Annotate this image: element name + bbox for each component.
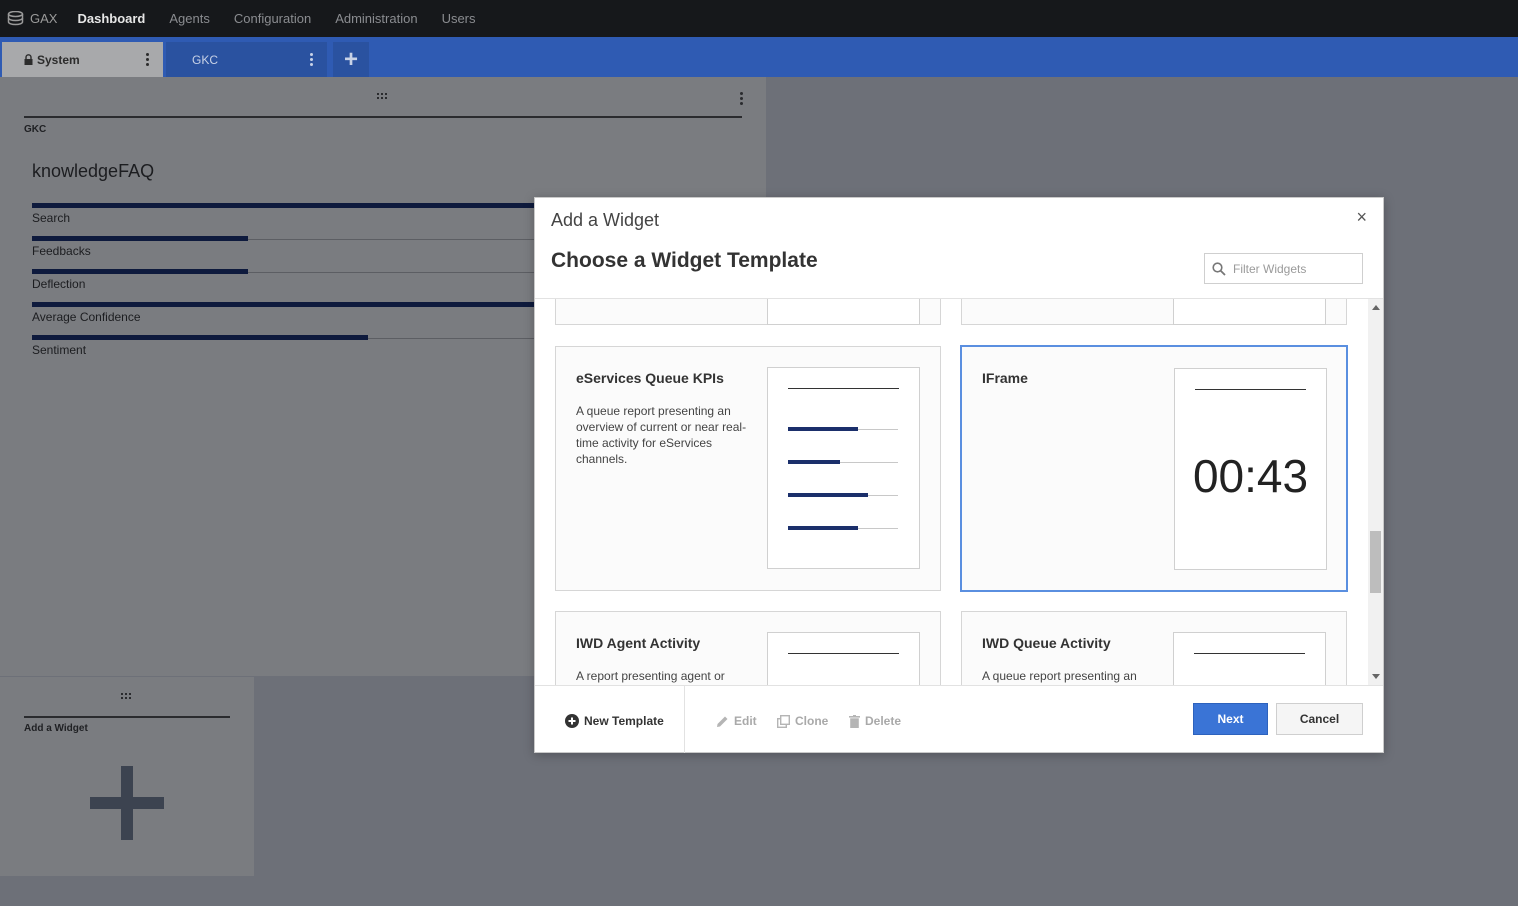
divider <box>24 716 230 718</box>
tab-gkc[interactable]: GKC <box>166 42 327 77</box>
template-card-eservices-queue-kpis[interactable]: eServices Queue KPIs A queue report pres… <box>555 346 941 591</box>
clone-label: Clone <box>795 714 829 728</box>
search-icon <box>1212 261 1226 276</box>
divider <box>24 116 742 118</box>
edit-label: Edit <box>734 714 757 728</box>
edit-button[interactable]: Edit <box>716 714 757 728</box>
preview-bar <box>788 493 868 497</box>
preview-bar <box>788 460 840 464</box>
template-title: eServices Queue KPIs <box>576 370 724 386</box>
nav-configuration[interactable]: Configuration <box>234 11 311 26</box>
template-card-iwd-agent-activity[interactable]: IWD Agent Activity A report presenting a… <box>555 611 941 685</box>
template-card[interactable] <box>961 299 1347 325</box>
template-preview <box>767 367 920 569</box>
drag-handle-icon[interactable] <box>377 93 389 100</box>
template-card-iframe[interactable]: IFrame 00:43 <box>960 345 1348 592</box>
lock-icon <box>24 54 33 65</box>
clone-icon <box>777 714 790 728</box>
kpi-label-average-confidence: Average Confidence <box>32 310 141 324</box>
filter-widgets-field[interactable] <box>1204 253 1363 284</box>
template-preview <box>1173 632 1326 685</box>
template-description: A queue report presenting an overview of… <box>576 404 747 466</box>
trash-icon <box>849 714 860 728</box>
template-card-iwd-queue-activity[interactable]: IWD Queue Activity A queue report presen… <box>961 611 1347 685</box>
delete-label: Delete <box>865 714 902 728</box>
new-template-label: New Template <box>584 714 664 728</box>
preview-rule <box>788 653 899 654</box>
next-button[interactable]: Next <box>1193 703 1268 735</box>
nav-users[interactable]: Users <box>442 11 476 26</box>
kpi-bar-average-confidence <box>32 302 534 307</box>
preview-bar <box>788 427 858 431</box>
add-tab-button[interactable]: + <box>333 42 369 77</box>
template-preview: 00:43 <box>1174 368 1327 570</box>
clone-button[interactable]: Clone <box>777 714 828 728</box>
dashboard-tab-bar: System GKC + <box>0 37 1518 77</box>
filter-widgets-input[interactable] <box>1233 261 1353 276</box>
widget-menu-icon[interactable] <box>740 92 743 107</box>
template-preview <box>767 632 920 685</box>
brand-label: GAX <box>30 11 58 26</box>
tab-system-menu-icon[interactable] <box>146 53 149 68</box>
kpi-bar-deflection <box>32 269 248 274</box>
add-widget-tile-label: Add a Widget <box>24 723 88 734</box>
kpi-label-deflection: Deflection <box>32 277 86 291</box>
template-description: A report presenting agent or <box>576 669 725 683</box>
template-card[interactable] <box>555 299 941 325</box>
scrollbar[interactable] <box>1368 299 1383 685</box>
dialog-title: Add a Widget <box>551 210 660 230</box>
kpi-bar-search <box>32 203 534 208</box>
brand[interactable]: GAX <box>7 11 57 26</box>
template-title: IWD Queue Activity <box>982 635 1111 651</box>
kpi-label-search: Search <box>32 211 71 225</box>
kpi-label-sentiment: Sentiment <box>32 343 87 357</box>
nav-dashboard[interactable]: Dashboard <box>77 11 145 26</box>
preview-time: 00:43 <box>1192 450 1309 502</box>
template-preview <box>1173 299 1326 325</box>
preview-rule <box>1195 389 1306 390</box>
kpi-bar-feedbacks <box>32 236 248 241</box>
nav-administration[interactable]: Administration <box>335 11 417 26</box>
add-widget-dialog: Add a Widget × Choose a Widget Template … <box>534 197 1384 753</box>
preview-bar <box>788 526 858 530</box>
preview-rule <box>1194 653 1305 654</box>
kpi-label-feedbacks: Feedbacks <box>32 244 91 258</box>
drag-handle-icon[interactable] <box>121 693 133 700</box>
delete-button[interactable]: Delete <box>849 714 901 728</box>
database-icon <box>7 11 24 26</box>
template-title: IFrame <box>982 370 1028 386</box>
cancel-button[interactable]: Cancel <box>1276 703 1363 735</box>
template-title: IWD Agent Activity <box>576 635 701 651</box>
nav-agents[interactable]: Agents <box>169 11 209 26</box>
dialog-subtitle: Choose a Widget Template <box>551 249 818 272</box>
widget-category: GKC <box>24 124 47 135</box>
scroll-up-icon[interactable] <box>1372 305 1380 310</box>
plus-circle-icon <box>565 714 579 728</box>
tab-gkc-label: GKC <box>192 52 219 67</box>
dialog-footer: New Template Edit Clone Delete Next Canc… <box>535 685 1383 753</box>
scroll-down-icon[interactable] <box>1372 674 1380 679</box>
scroll-thumb[interactable] <box>1370 531 1381 593</box>
template-list: eServices Queue KPIs A queue report pres… <box>535 299 1383 685</box>
kpi-bar-sentiment <box>32 335 368 340</box>
pencil-icon <box>717 716 728 727</box>
new-template-button[interactable]: New Template <box>565 714 664 728</box>
tab-system-label: System <box>37 52 80 67</box>
preview-rule <box>788 388 899 389</box>
divider <box>684 686 685 753</box>
template-preview <box>767 299 920 325</box>
close-icon[interactable]: × <box>1356 208 1367 226</box>
template-description: A queue report presenting an <box>982 669 1137 683</box>
tab-system[interactable]: System <box>2 42 163 77</box>
add-widget-plus-icon[interactable] <box>90 766 164 840</box>
tab-gkc-menu-icon[interactable] <box>310 53 313 68</box>
widget-title: knowledgeFAQ <box>32 161 155 181</box>
top-nav: GAX Dashboard Agents Configuration Admin… <box>0 0 1518 37</box>
